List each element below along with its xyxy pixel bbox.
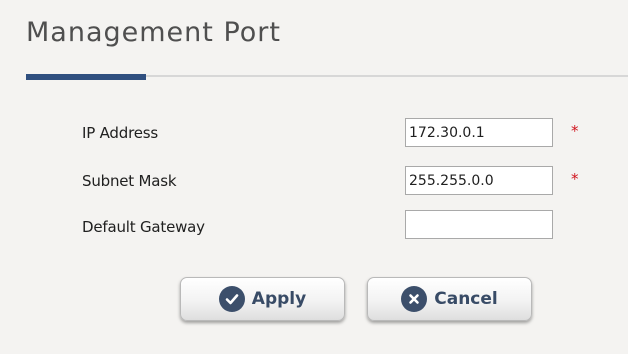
title-accent-bar: [26, 74, 146, 80]
subnet-mask-required-mark: *: [571, 170, 579, 188]
default-gateway-input[interactable]: [405, 210, 553, 239]
subnet-mask-input[interactable]: [405, 166, 553, 195]
page-title: Management Port: [26, 17, 281, 48]
ip-address-input[interactable]: [405, 118, 553, 147]
cancel-button[interactable]: Cancel: [367, 277, 532, 321]
cancel-button-label: Cancel: [434, 289, 498, 309]
ip-address-label: IP Address: [82, 124, 158, 142]
apply-button-label: Apply: [251, 289, 307, 309]
check-icon: [218, 286, 245, 312]
default-gateway-label: Default Gateway: [82, 218, 205, 236]
subnet-mask-label: Subnet Mask: [82, 172, 177, 190]
close-icon: [401, 286, 428, 312]
apply-button[interactable]: Apply: [180, 277, 345, 321]
ip-address-required-mark: *: [571, 122, 579, 140]
management-port-panel: Management Port IP Address * Subnet Mask…: [0, 0, 628, 354]
